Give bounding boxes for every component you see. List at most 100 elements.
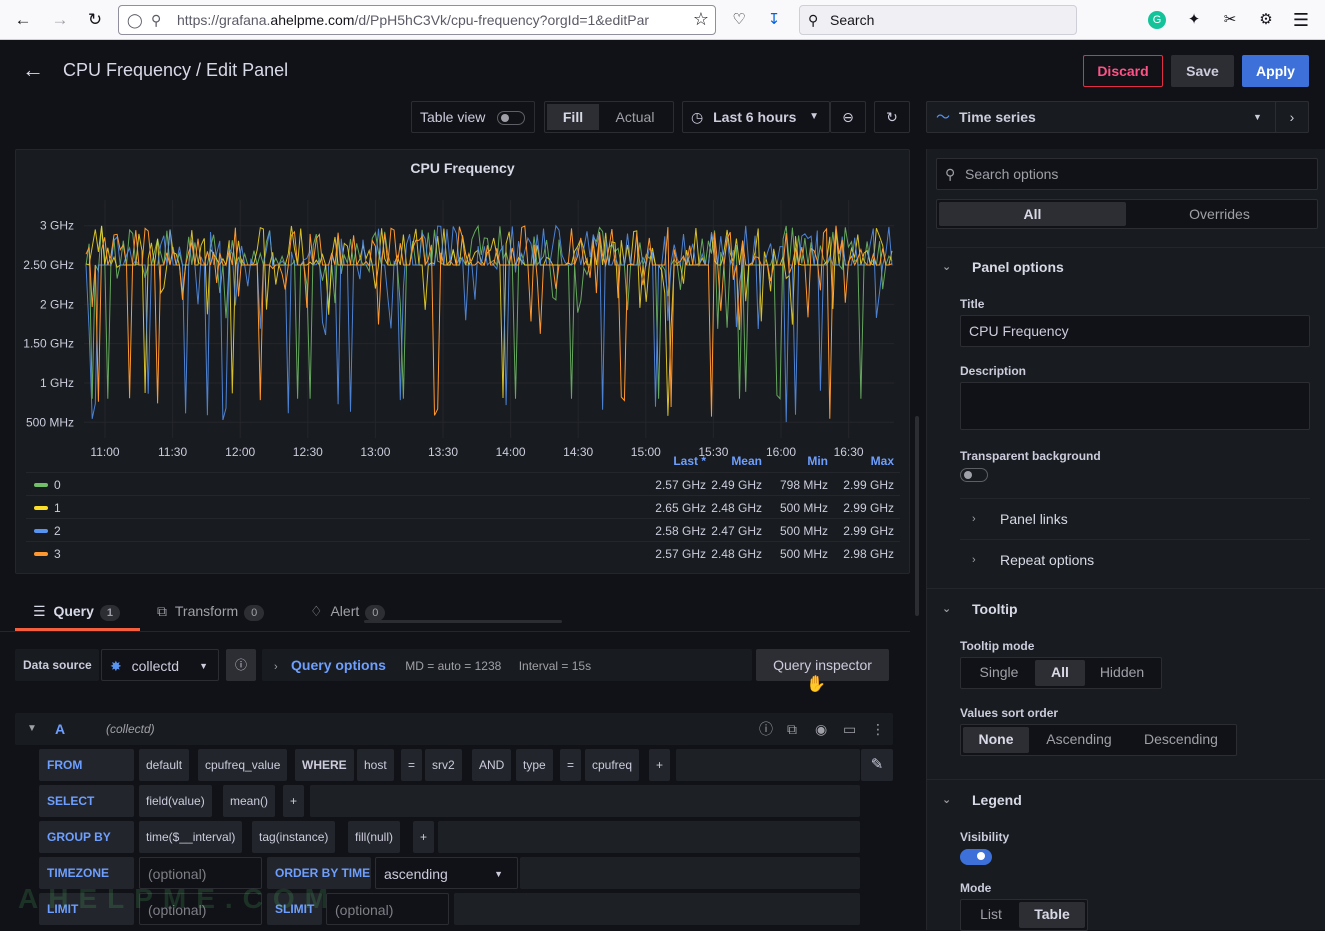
- legend-section[interactable]: ⌄ Legend: [927, 780, 1325, 820]
- description-input[interactable]: [960, 382, 1310, 430]
- orderby-select[interactable]: ascending ▼: [375, 857, 518, 889]
- save-button[interactable]: Save: [1171, 55, 1234, 87]
- help-icon[interactable]: ⓘ: [759, 713, 773, 745]
- overrides-tab[interactable]: Overrides: [1126, 202, 1313, 226]
- clock-icon: ◷: [691, 109, 704, 125]
- where-add-button[interactable]: +: [649, 749, 671, 781]
- select-field[interactable]: field(value): [139, 785, 212, 817]
- actual-option[interactable]: Actual: [599, 104, 671, 130]
- groupby-add-button[interactable]: +: [413, 821, 435, 853]
- duplicate-icon[interactable]: ⧉: [787, 713, 797, 745]
- repeat-options-section[interactable]: › Repeat options: [927, 540, 1325, 580]
- query-options-bar[interactable]: › Query options MD = auto = 1238 Interva…: [262, 649, 752, 681]
- legend-row[interactable]: 2 2.58 GHz 2.47 GHz 500 MHz 2.99 GHz: [26, 518, 900, 541]
- search-options-input[interactable]: ⚲ Search options: [936, 158, 1318, 190]
- legend-value-last: 2.57 GHz: [655, 478, 706, 492]
- legend-row[interactable]: 1 2.65 GHz 2.48 GHz 500 MHz 2.99 GHz: [26, 495, 900, 518]
- reload-icon[interactable]: ↻: [83, 9, 107, 31]
- tooltip-mode-all[interactable]: All: [1035, 660, 1085, 686]
- fill-option[interactable]: Fill: [547, 104, 599, 130]
- legend-mode-table[interactable]: Table: [1019, 902, 1085, 928]
- refresh-button[interactable]: ↻: [874, 101, 910, 133]
- apply-button[interactable]: Apply: [1242, 55, 1309, 87]
- legend-mode-list[interactable]: List: [963, 902, 1019, 928]
- select-aggregate[interactable]: mean(): [223, 785, 276, 817]
- discard-button[interactable]: Discard: [1083, 55, 1163, 87]
- where-operator-2[interactable]: =: [560, 749, 582, 781]
- from-policy[interactable]: default: [139, 749, 190, 781]
- screenshot-icon[interactable]: ✂: [1220, 10, 1240, 30]
- collapse-options-button[interactable]: ›: [1275, 101, 1309, 133]
- legend-col-mean[interactable]: Mean: [702, 454, 762, 468]
- panel-options-section[interactable]: ⌄ Panel options: [927, 247, 1325, 287]
- legend-swatch: [34, 483, 48, 487]
- title-input[interactable]: CPU Frequency: [960, 315, 1310, 347]
- legend-visibility-toggle[interactable]: [960, 849, 992, 865]
- extensions-icon[interactable]: ⚙: [1256, 10, 1276, 30]
- transparent-background-toggle[interactable]: [960, 468, 988, 482]
- visualization-picker[interactable]: 〜 Time series ▼: [926, 101, 1309, 133]
- edit-query-button[interactable]: ✎: [861, 749, 893, 781]
- query-ref[interactable]: A: [55, 713, 65, 745]
- where-value-cpufreq[interactable]: cpufreq: [585, 749, 640, 781]
- legend-col-last[interactable]: Last *: [646, 454, 706, 468]
- legend-series-name[interactable]: 3: [54, 547, 61, 561]
- query-options-label[interactable]: Query options: [291, 657, 386, 673]
- download-icon[interactable]: ↧: [764, 10, 784, 30]
- tooltip-section[interactable]: ⌄ Tooltip: [927, 589, 1325, 629]
- select-add-button[interactable]: +: [283, 785, 305, 817]
- where-value-srv2[interactable]: srv2: [425, 749, 462, 781]
- menu-icon[interactable]: ☰: [1291, 10, 1311, 30]
- groupby-time[interactable]: time($__interval): [139, 821, 243, 853]
- collapse-icon[interactable]: ▼: [27, 713, 37, 745]
- interval: Interval = 15s: [518, 659, 592, 673]
- tooltip-mode-hidden[interactable]: Hidden: [1085, 660, 1159, 686]
- where-tag-host[interactable]: host: [357, 749, 394, 781]
- sort-descending[interactable]: Descending: [1129, 727, 1233, 753]
- back-icon[interactable]: ←: [11, 9, 35, 31]
- groupby-tag[interactable]: tag(instance): [252, 821, 336, 853]
- legend-series-name[interactable]: 0: [54, 478, 61, 492]
- url-bar[interactable]: ◯ ⚲ https://grafana.ahelpme.com/d/PpH5hC…: [118, 5, 716, 35]
- zoom-out-button[interactable]: ⊖: [830, 101, 866, 133]
- slimit-input[interactable]: (optional): [326, 893, 449, 925]
- tooltip-mode-single[interactable]: Single: [963, 660, 1035, 686]
- pocket-icon[interactable]: ♡: [729, 10, 749, 30]
- where-tag-type[interactable]: type: [516, 749, 553, 781]
- grammarly-icon[interactable]: G: [1148, 11, 1166, 29]
- legend-row[interactable]: 3 2.57 GHz 2.48 GHz 500 MHz 2.98 GHz: [26, 541, 900, 564]
- bookmark-star-icon[interactable]: ☆: [693, 9, 709, 30]
- visibility-label: Visibility: [960, 830, 1010, 844]
- sort-none[interactable]: None: [963, 727, 1029, 753]
- legend-row[interactable]: 0 2.57 GHz 2.49 GHz 798 MHz 2.99 GHz: [26, 472, 900, 495]
- eye-icon[interactable]: ◉: [815, 713, 827, 745]
- sort-ascending[interactable]: Ascending: [1029, 727, 1129, 753]
- drag-handle-icon[interactable]: ⋮: [871, 713, 885, 745]
- datasource-help-button[interactable]: ⓘ: [226, 649, 256, 681]
- time-series-chart[interactable]: 3 GHz2.50 GHz2 GHz1.50 GHz1 GHz500 MHz11…: [16, 170, 909, 470]
- legend-series-name[interactable]: 1: [54, 501, 61, 515]
- table-view-switch[interactable]: [497, 111, 526, 126]
- time-range-picker[interactable]: ◷ Last 6 hours ▼: [682, 101, 830, 133]
- extension-sparkle-icon[interactable]: ✦: [1184, 10, 1204, 30]
- all-tab[interactable]: All: [939, 202, 1126, 226]
- trash-icon[interactable]: ▭: [843, 713, 856, 745]
- legend-col-min[interactable]: Min: [768, 454, 828, 468]
- tab-query[interactable]: ☰ Query 1: [15, 596, 140, 631]
- legend-value-last: 2.57 GHz: [655, 547, 706, 561]
- table-view-toggle[interactable]: Table view: [411, 101, 535, 133]
- tab-transform[interactable]: ⧉ Transform 0: [157, 596, 287, 631]
- panel-links-section[interactable]: › Panel links: [927, 499, 1325, 539]
- legend-col-max[interactable]: Max: [834, 454, 894, 468]
- browser-search-input[interactable]: ⚲ Search: [799, 5, 1077, 35]
- scrollbar[interactable]: [915, 416, 919, 616]
- where-operator[interactable]: =: [401, 749, 423, 781]
- legend-series-name[interactable]: 2: [54, 524, 61, 538]
- tab-alert[interactable]: ♢ Alert 0: [310, 596, 400, 631]
- forward-icon[interactable]: →: [48, 9, 72, 31]
- where-and[interactable]: AND: [472, 749, 512, 781]
- back-arrow-icon[interactable]: ←: [22, 57, 44, 83]
- datasource-picker[interactable]: ✸ collectd ▼: [101, 649, 219, 681]
- groupby-fill[interactable]: fill(null): [348, 821, 401, 853]
- from-measurement[interactable]: cpufreq_value: [198, 749, 288, 781]
